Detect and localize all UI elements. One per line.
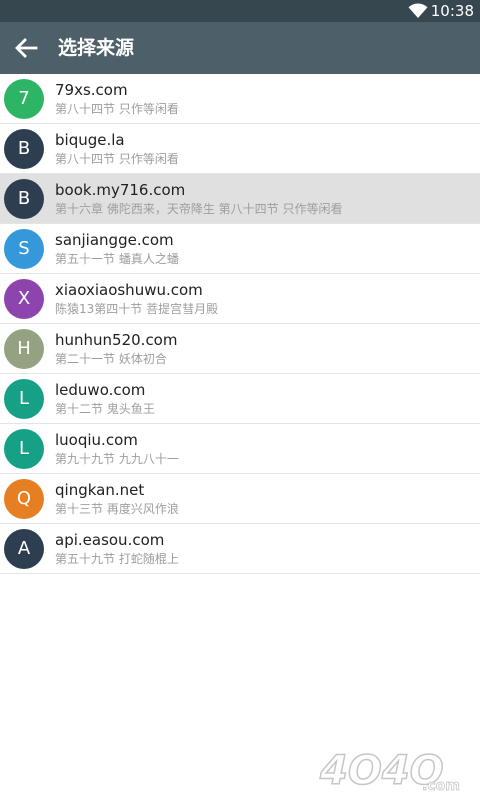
source-list-item[interactable]: Ssanjiangge.com 第五十一节 蟠真人之蟠 [0,224,480,274]
source-list-item[interactable]: Xxiaoxiaoshuwu.com 陈猿13第四十节 菩提宫彗月殿 [0,274,480,324]
source-avatar: H [4,329,44,369]
source-latest-chapter: 第五十一节 蟠真人之蟠 [55,252,179,266]
source-avatar: B [4,129,44,169]
source-latest-chapter: 陈猿13第四十节 菩提宫彗月殿 [55,302,219,316]
source-name: xiaoxiaoshuwu.com [55,281,203,299]
toolbar: 选择来源 [0,22,480,74]
source-name: biquge.la [55,131,125,149]
source-name: sanjiangge.com [55,231,174,249]
source-latest-chapter: 第五十九节 打蛇随棍上 [55,552,179,566]
screen: 10:38 选择来源 7 79xs.com 第八十四节 只作等闲看 Bbiquge.l… [0,0,480,800]
source-list-item[interactable]: Qqingkan.net 第十三节 再度兴风作浪 [0,474,480,524]
source-list-item[interactable]: Aapi.easou.com 第五十九节 打蛇随棍上 [0,524,480,574]
status-time: 10:38 [430,2,474,20]
source-list-item[interactable]: Lleduwo.com 第十二节 鬼头鱼王 [0,374,480,424]
source-avatar: Q [4,479,44,519]
arrow-left-icon[interactable] [12,34,40,62]
source-latest-chapter: 第八十四节 只作等闲看 [55,152,179,166]
source-latest-chapter: 第九十九节 九九八十一 [55,452,179,466]
source-avatar: A [4,529,44,569]
source-name: api.easou.com [55,531,165,549]
source-list-item[interactable]: Bbook.my716.com 第十六章 佛陀西来，天帝降生 第八十四节 只作等闲… [0,174,480,224]
source-latest-chapter: 第十三节 再度兴风作浪 [55,502,179,516]
source-latest-chapter: 第八十四节 只作等闲看 [55,102,179,116]
source-list-item[interactable]: Lluoqiu.com 第九十九节 九九八十一 [0,424,480,474]
source-latest-chapter: 第十六章 佛陀西来，天帝降生 第八十四节 只作等闲看 [55,202,343,216]
source-avatar: X [4,279,44,319]
source-name: hunhun520.com [55,331,178,349]
source-name: luoqiu.com [55,431,138,449]
svg-text:.com: .com [422,778,460,794]
wifi-icon [408,3,428,19]
source-avatar: L [4,429,44,469]
source-avatar: S [4,229,44,269]
source-list-item[interactable]: Hhunhun520.com 第二十一节 妖体初合 [0,324,480,374]
source-name: book.my716.com [55,181,186,199]
source-name: 79xs.com [55,81,128,99]
source-list-item[interactable]: Bbiquge.la 第八十四节 只作等闲看 [0,124,480,174]
source-latest-chapter: 第二十一节 妖体初合 [55,352,167,366]
source-name: leduwo.com [55,381,146,399]
page-title: 选择来源 [58,37,135,59]
source-latest-chapter: 第十二节 鬼头鱼王 [55,402,155,416]
status-bar: 10:38 [0,0,480,22]
source-avatar: B [4,179,44,219]
source-list: 7 79xs.com 第八十四节 只作等闲看 Bbiquge.la 第八十四节 只作等闲… [0,74,480,574]
source-avatar: 7 [4,79,44,119]
source-list-item[interactable]: 7 79xs.com 第八十四节 只作等闲看 [0,74,480,124]
source-name: qingkan.net [55,481,145,499]
site-watermark-logo: 4O4O .com [318,747,460,794]
source-avatar: L [4,379,44,419]
